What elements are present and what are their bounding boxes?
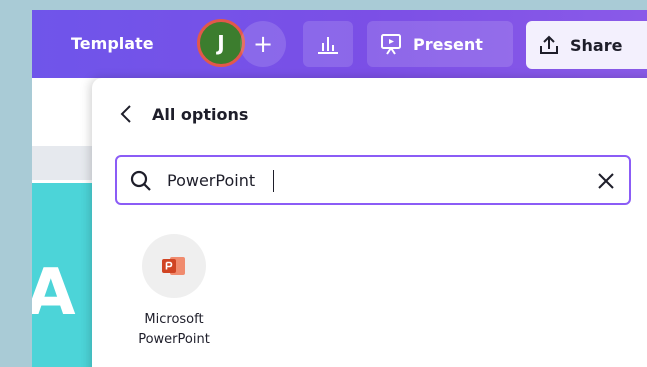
user-avatar[interactable]: J xyxy=(197,19,245,67)
top-toolbar: Template J + Present Share xyxy=(32,10,647,78)
result-microsoft-powerpoint[interactable]: Microsoft PowerPoint xyxy=(120,230,230,367)
plus-icon: + xyxy=(252,30,274,58)
share-button[interactable]: Share xyxy=(526,21,647,69)
panel-title: All options xyxy=(152,105,249,124)
close-icon[interactable] xyxy=(595,170,617,192)
result-label-line2: PowerPoint xyxy=(138,332,210,347)
present-label: Present xyxy=(413,34,483,54)
bar-chart-icon xyxy=(318,37,338,54)
search-input[interactable] xyxy=(167,165,567,195)
search-icon xyxy=(130,170,151,191)
template-menu[interactable]: Template xyxy=(71,34,154,53)
canvas-text: A xyxy=(32,256,76,330)
present-icon xyxy=(381,34,401,55)
search-box[interactable] xyxy=(115,155,631,205)
chevron-left-icon[interactable] xyxy=(118,102,134,126)
insights-button[interactable] xyxy=(303,21,353,67)
upload-icon xyxy=(540,35,558,54)
powerpoint-icon xyxy=(162,257,185,275)
share-options-panel: All options Microsoft xyxy=(92,78,647,367)
text-cursor xyxy=(273,170,274,192)
result-label: Microsoft PowerPoint xyxy=(120,310,228,350)
avatar-initial: J xyxy=(217,31,225,55)
editor-window: Template J + Present Share A All options… xyxy=(32,10,647,367)
add-collaborator-button[interactable]: + xyxy=(240,21,286,67)
result-icon-container xyxy=(142,234,206,298)
present-button[interactable]: Present xyxy=(367,21,513,67)
share-label: Share xyxy=(570,35,623,55)
result-label-line1: Microsoft xyxy=(144,312,204,327)
